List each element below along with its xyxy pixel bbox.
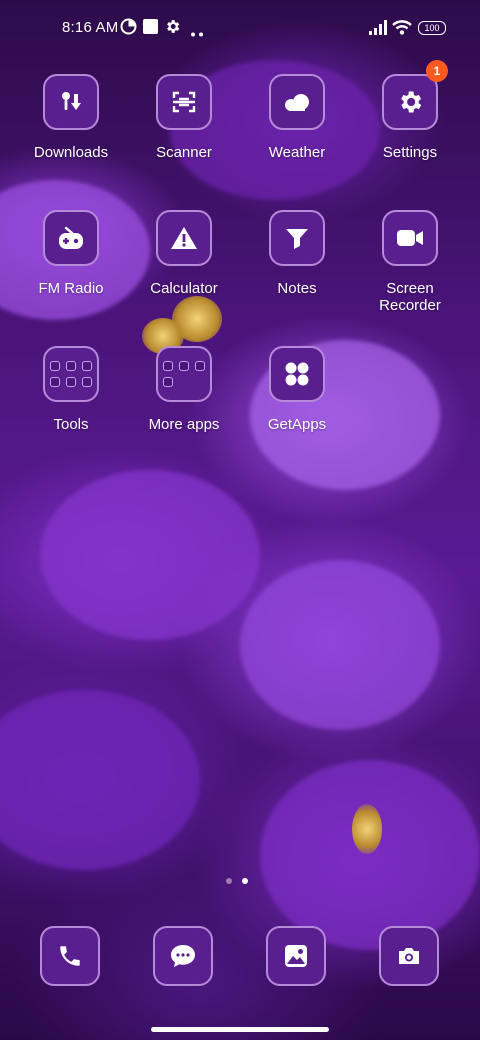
app-downloads[interactable]: Downloads <box>15 74 127 161</box>
mini-app-icon <box>50 377 60 387</box>
app-label: Screen Recorder <box>379 280 441 314</box>
more-dots-icon <box>190 24 204 41</box>
settings-gear-icon <box>164 18 181 39</box>
dock-gallery[interactable] <box>266 926 326 986</box>
app-fm-radio[interactable]: FM Radio <box>15 210 127 297</box>
app-weather[interactable]: Weather <box>241 74 353 161</box>
notification-square-icon <box>142 18 159 39</box>
app-settings[interactable]: 1 Settings <box>354 60 466 161</box>
app-label: FM Radio <box>38 280 104 297</box>
status-time: 8:16 AM <box>62 19 119 36</box>
mini-app-icon <box>66 361 76 371</box>
app-label: Scanner <box>156 144 212 161</box>
mini-app-icon <box>163 361 173 371</box>
mini-app-icon <box>82 377 92 387</box>
dock-camera[interactable] <box>379 926 439 986</box>
wifi-icon <box>392 19 412 39</box>
app-label: GetApps <box>267 416 327 433</box>
folder-icon[interactable] <box>43 346 99 402</box>
app-label: Settings <box>382 144 438 161</box>
dock-phone[interactable] <box>40 926 100 986</box>
notes-icon[interactable] <box>269 210 325 266</box>
radio-icon[interactable] <box>43 210 99 266</box>
app-label: Tools <box>53 416 89 433</box>
mini-app-icon <box>179 361 189 371</box>
notification-badge: 1 <box>426 60 448 82</box>
battery-icon: 100 <box>418 21 446 35</box>
weather-icon[interactable] <box>269 74 325 130</box>
signal-icon <box>369 20 387 39</box>
mini-app-icon <box>163 377 173 387</box>
gesture-home-bar[interactable] <box>151 1027 329 1032</box>
gallery-icon[interactable] <box>266 926 326 986</box>
getapps-icon[interactable] <box>269 346 325 402</box>
app-getapps[interactable]: GetApps <box>241 346 353 433</box>
battery-level: 100 <box>424 23 440 33</box>
app-label: Downloads <box>33 144 109 161</box>
folder-more-apps[interactable]: More apps <box>128 346 240 433</box>
phone-icon[interactable] <box>40 926 100 986</box>
mini-app-icon <box>82 361 92 371</box>
app-label: Weather <box>268 144 326 161</box>
message-icon[interactable] <box>153 926 213 986</box>
app-scanner[interactable]: Scanner <box>128 74 240 161</box>
page-dot-active[interactable] <box>242 878 248 884</box>
camera-icon[interactable] <box>379 926 439 986</box>
calculator-icon[interactable] <box>156 210 212 266</box>
mini-app-icon <box>195 361 205 371</box>
page-dot[interactable] <box>226 878 232 884</box>
mini-app-icon <box>50 361 60 371</box>
gear-icon[interactable] <box>382 74 438 130</box>
video-camera-icon[interactable] <box>382 210 438 266</box>
status-bar: 8:16 AM 100 <box>0 0 480 56</box>
mini-app-icon <box>66 377 76 387</box>
data-saver-icon <box>120 18 137 39</box>
app-screen-recorder[interactable]: Screen Recorder <box>354 210 466 314</box>
folder-tools[interactable]: Tools <box>15 346 127 433</box>
app-label: Calculator <box>150 280 218 297</box>
page-indicator <box>226 878 248 884</box>
folder-icon[interactable] <box>156 346 212 402</box>
dock-messages[interactable] <box>153 926 213 986</box>
app-notes[interactable]: Notes <box>241 210 353 297</box>
app-calculator[interactable]: Calculator <box>128 210 240 297</box>
app-label: More apps <box>148 416 220 433</box>
downloads-icon[interactable] <box>43 74 99 130</box>
app-label: Notes <box>277 280 317 297</box>
scanner-icon[interactable] <box>156 74 212 130</box>
